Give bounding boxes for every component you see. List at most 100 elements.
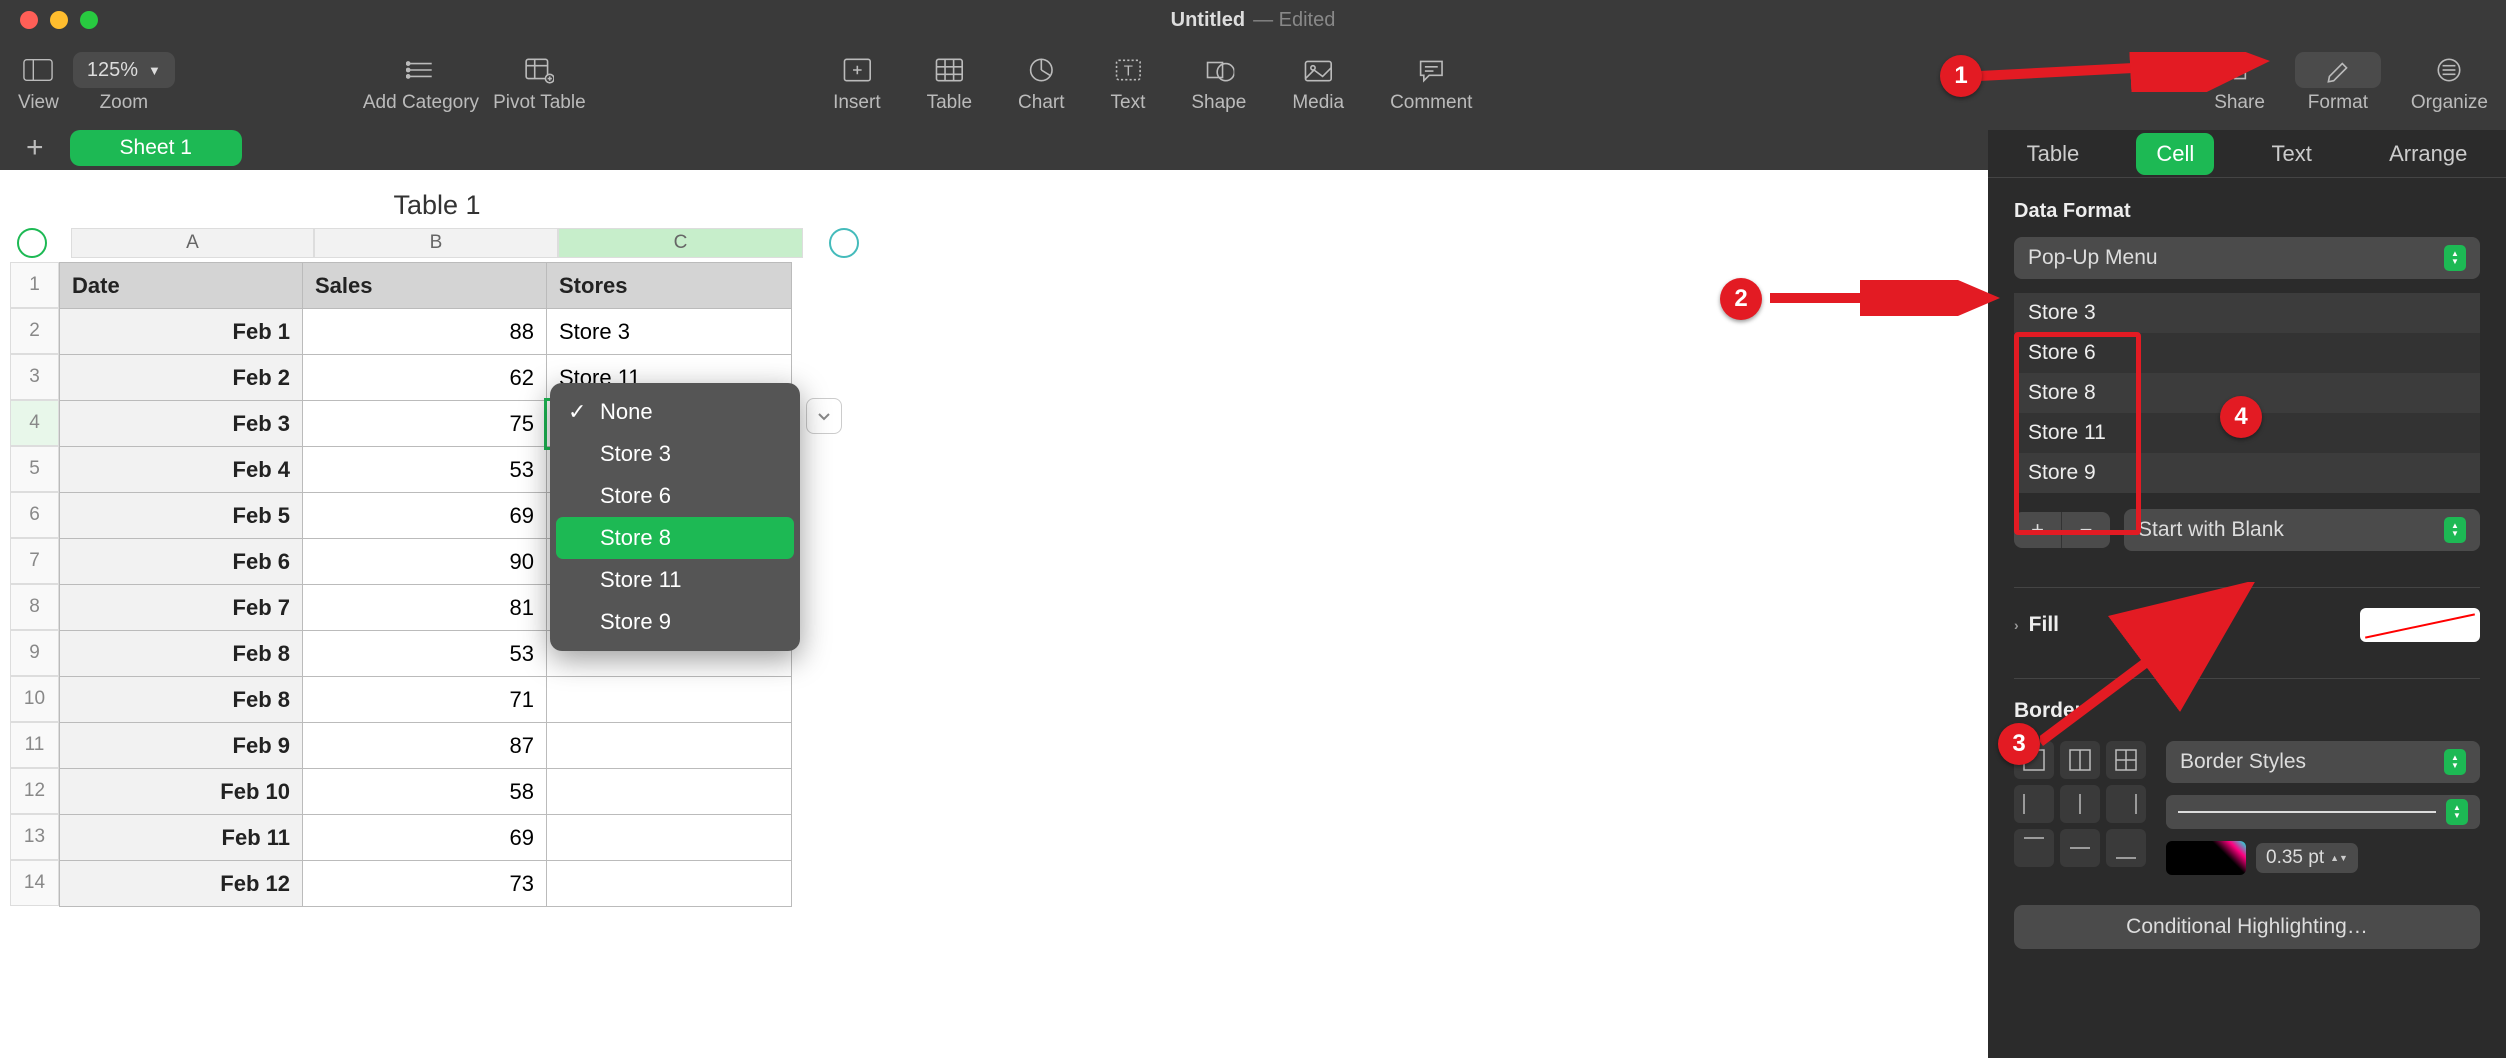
cell[interactable]: 53 xyxy=(303,631,547,677)
cell[interactable]: Feb 10 xyxy=(60,769,303,815)
view-button[interactable]: View xyxy=(18,52,59,114)
cell[interactable]: Feb 2 xyxy=(60,355,303,401)
column-header-b[interactable]: B xyxy=(314,228,558,258)
cell[interactable]: Feb 6 xyxy=(60,539,303,585)
column-header-c[interactable]: C xyxy=(558,228,803,258)
cell[interactable] xyxy=(547,769,792,815)
cell[interactable]: 88 xyxy=(303,309,547,355)
comment-button[interactable]: Comment xyxy=(1390,52,1472,114)
border-preset[interactable] xyxy=(2106,785,2146,823)
row-header[interactable]: 14 xyxy=(10,860,59,906)
start-with-select[interactable]: Start with Blank xyxy=(2124,509,2480,551)
cell[interactable]: Store 3 xyxy=(547,309,792,355)
maximize-window-icon[interactable] xyxy=(80,11,98,29)
chart-button[interactable]: Chart xyxy=(1018,52,1064,114)
cell[interactable]: 81 xyxy=(303,585,547,631)
conditional-highlighting-button[interactable]: Conditional Highlighting… xyxy=(2014,905,2480,949)
cell[interactable]: 53 xyxy=(303,447,547,493)
row-header[interactable]: 7 xyxy=(10,538,59,584)
header-cell[interactable]: Date xyxy=(60,263,303,309)
cell[interactable]: 62 xyxy=(303,355,547,401)
cell[interactable]: Feb 3 xyxy=(60,401,303,447)
cell[interactable]: Feb 4 xyxy=(60,447,303,493)
row-header[interactable]: 5 xyxy=(10,446,59,492)
organize-button[interactable]: Organize xyxy=(2411,52,2488,114)
column-header-a[interactable]: A xyxy=(71,228,314,258)
row-header[interactable]: 1 xyxy=(10,262,59,308)
add-category-button[interactable]: Add Category xyxy=(363,52,479,114)
popup-item[interactable]: Store 3 xyxy=(550,433,800,475)
cell[interactable]: 69 xyxy=(303,493,547,539)
cell[interactable] xyxy=(547,677,792,723)
format-button[interactable]: Format xyxy=(2295,52,2381,114)
zoom-button[interactable]: 125%▼ Zoom xyxy=(73,52,175,114)
row-header[interactable]: 6 xyxy=(10,492,59,538)
cell[interactable]: Feb 11 xyxy=(60,815,303,861)
popup-option[interactable]: Store 3 xyxy=(2014,293,2480,333)
cell[interactable]: Feb 12 xyxy=(60,861,303,907)
popup-item[interactable]: Store 9 xyxy=(550,601,800,643)
border-preset[interactable] xyxy=(2060,785,2100,823)
popup-chevron-icon[interactable] xyxy=(806,398,842,434)
row-header[interactable]: 9 xyxy=(10,630,59,676)
row-header[interactable]: 2 xyxy=(10,308,59,354)
border-preset[interactable] xyxy=(2014,829,2054,867)
row-header[interactable]: 4 xyxy=(10,400,59,446)
add-sheet-button[interactable]: + xyxy=(10,131,60,165)
cell[interactable]: 58 xyxy=(303,769,547,815)
popup-item-selected[interactable]: Store 8 xyxy=(556,517,794,559)
close-window-icon[interactable] xyxy=(20,11,38,29)
cell[interactable]: Feb 9 xyxy=(60,723,303,769)
cell[interactable]: Feb 5 xyxy=(60,493,303,539)
cell[interactable]: Feb 1 xyxy=(60,309,303,355)
border-preset[interactable] xyxy=(2060,829,2100,867)
table-button[interactable]: Table xyxy=(927,52,972,114)
cell[interactable]: Feb 7 xyxy=(60,585,303,631)
pivot-table-button[interactable]: Pivot Table xyxy=(493,52,586,114)
row-header[interactable]: 8 xyxy=(10,584,59,630)
inspector-tab-table[interactable]: Table xyxy=(2007,133,2100,175)
cell[interactable] xyxy=(547,815,792,861)
row-header[interactable]: 12 xyxy=(10,768,59,814)
inspector-tab-text[interactable]: Text xyxy=(2252,133,2332,175)
cell[interactable]: 87 xyxy=(303,723,547,769)
border-color-well[interactable] xyxy=(2166,841,2246,875)
cell[interactable] xyxy=(547,861,792,907)
minimize-window-icon[interactable] xyxy=(50,11,68,29)
cell[interactable] xyxy=(547,723,792,769)
border-width-stepper[interactable]: 0.35 pt ▲▼ xyxy=(2256,843,2358,873)
row-handle-icon[interactable] xyxy=(17,228,47,258)
cell[interactable]: 71 xyxy=(303,677,547,723)
header-cell[interactable]: Stores xyxy=(547,263,792,309)
inspector-tab-cell[interactable]: Cell xyxy=(2136,133,2214,175)
text-button[interactable]: T Text xyxy=(1111,52,1146,114)
border-preset[interactable] xyxy=(2106,829,2146,867)
shape-button[interactable]: Shape xyxy=(1191,52,1246,114)
media-button[interactable]: Media xyxy=(1292,52,1344,114)
cell[interactable]: 69 xyxy=(303,815,547,861)
row-header[interactable]: 10 xyxy=(10,676,59,722)
column-handle-icon[interactable] xyxy=(829,228,859,258)
cell[interactable]: 73 xyxy=(303,861,547,907)
popup-item-none[interactable]: ✓None xyxy=(550,391,800,433)
inspector-tab-arrange[interactable]: Arrange xyxy=(2369,133,2487,175)
annotation-box xyxy=(2014,332,2141,535)
header-cell[interactable]: Sales xyxy=(303,263,547,309)
border-line-preview[interactable] xyxy=(2166,795,2480,829)
table-title[interactable]: Table 1 xyxy=(72,190,802,221)
fill-color-well[interactable] xyxy=(2360,608,2480,642)
data-format-select[interactable]: Pop-Up Menu xyxy=(2014,237,2480,279)
row-header[interactable]: 13 xyxy=(10,814,59,860)
row-header[interactable]: 3 xyxy=(10,354,59,400)
cell[interactable]: 90 xyxy=(303,539,547,585)
row-header[interactable]: 11 xyxy=(10,722,59,768)
popup-item[interactable]: Store 11 xyxy=(550,559,800,601)
border-preset[interactable] xyxy=(2014,785,2054,823)
insert-button[interactable]: Insert xyxy=(833,52,881,114)
cell[interactable]: Feb 8 xyxy=(60,631,303,677)
disclosure-icon[interactable]: › xyxy=(2014,617,2019,633)
cell[interactable]: Feb 8 xyxy=(60,677,303,723)
sheet-tab[interactable]: Sheet 1 xyxy=(70,130,242,166)
popup-item[interactable]: Store 6 xyxy=(550,475,800,517)
cell[interactable]: 75 xyxy=(303,401,547,447)
